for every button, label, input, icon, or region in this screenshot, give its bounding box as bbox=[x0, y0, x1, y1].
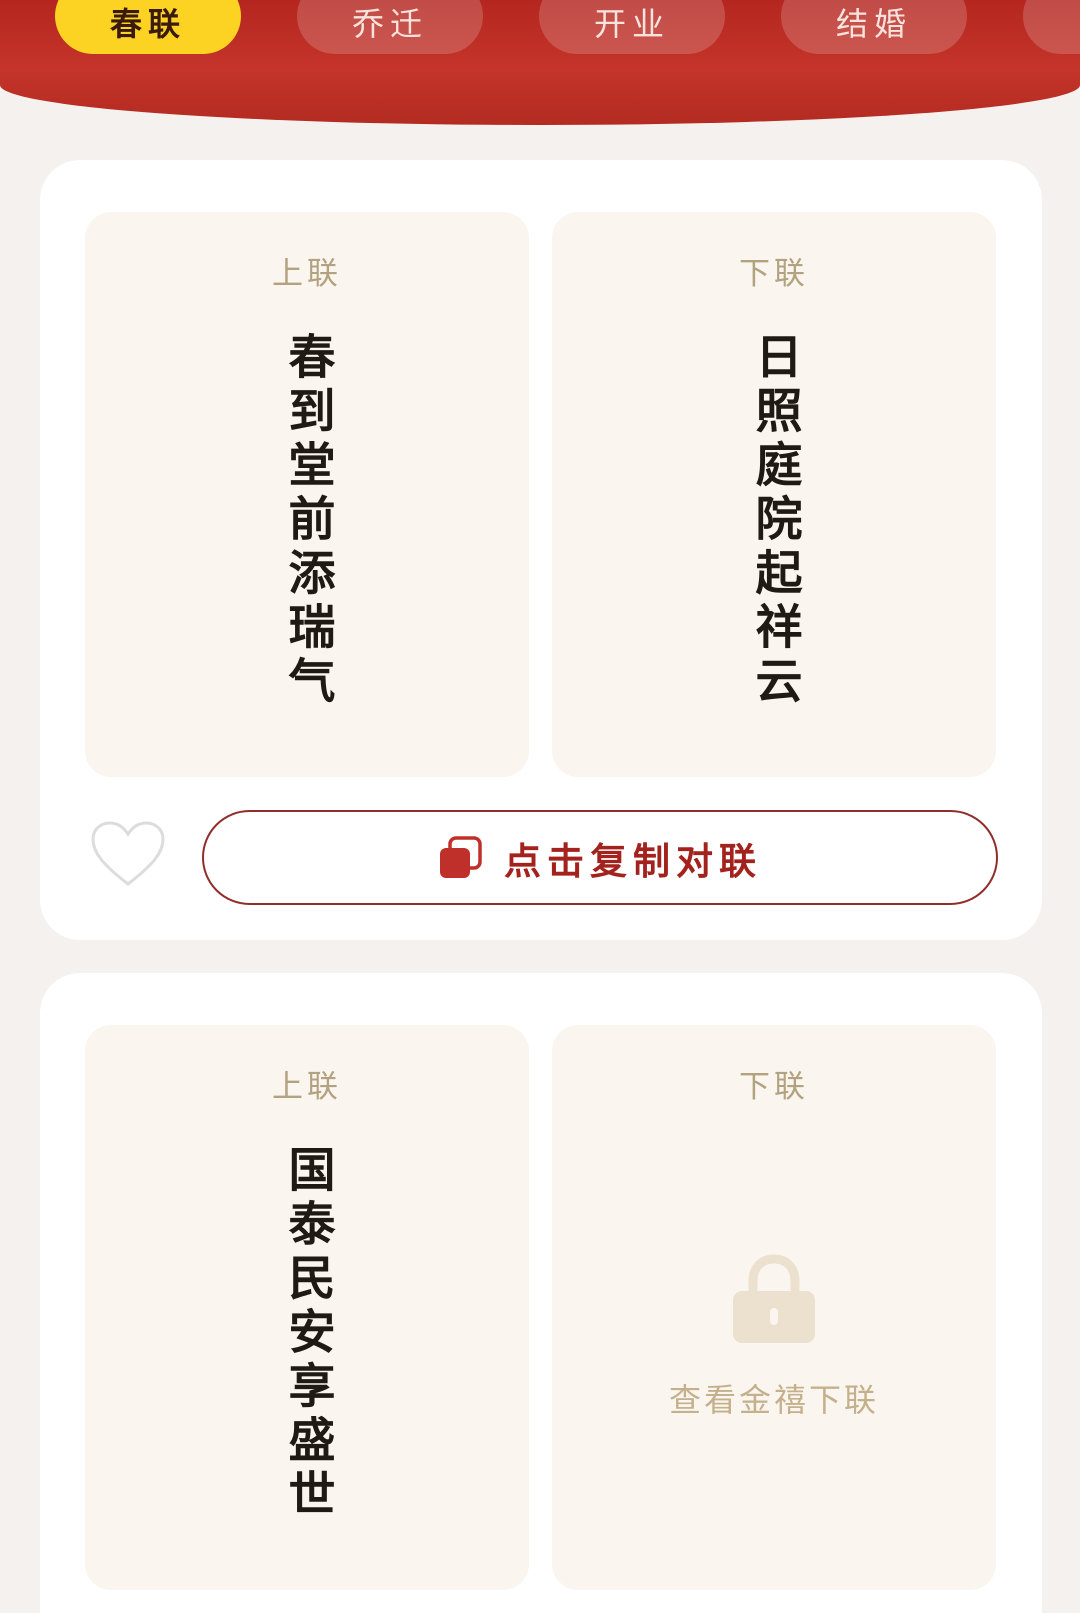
tab-kaiye[interactable]: 开业 bbox=[539, 0, 725, 54]
lower-couplet-label: 下联 bbox=[739, 256, 809, 292]
upper-couplet-panel: 上联 国泰民安享盛世 bbox=[85, 1025, 529, 1590]
copy-button-label: 点击复制对联 bbox=[504, 839, 762, 883]
upper-couplet-text: 国泰民安享盛世 bbox=[279, 1145, 335, 1523]
category-header: 春联 乔迁 开业 结婚 bbox=[0, 0, 1080, 125]
upper-couplet-text: 春到堂前添瑞气 bbox=[279, 332, 335, 710]
tab-chunlian[interactable]: 春联 bbox=[55, 0, 241, 54]
tab-qiaoqian[interactable]: 乔迁 bbox=[297, 0, 483, 54]
tab-more-partial[interactable] bbox=[1023, 0, 1080, 54]
couplet-card: 上联 春到堂前添瑞气 下联 日照庭院起祥云 点击复制对联 bbox=[40, 160, 1042, 940]
tab-label: 乔迁 bbox=[351, 5, 428, 43]
locked-lower-couplet-panel[interactable]: 下联 查看金禧下联 bbox=[552, 1025, 996, 1590]
lower-couplet-text: 日照庭院起祥云 bbox=[746, 332, 802, 710]
copy-couplet-button[interactable]: 点击复制对联 bbox=[202, 810, 998, 905]
tab-label: 春联 bbox=[109, 5, 186, 43]
heart-icon[interactable] bbox=[90, 820, 166, 890]
upper-couplet-label: 上联 bbox=[272, 256, 342, 292]
lower-couplet-panel: 下联 日照庭院起祥云 bbox=[552, 212, 996, 777]
page: 春联 乔迁 开业 结婚 上联 春到堂前添瑞气 下联 日照庭院起祥云 点击复制对联… bbox=[0, 0, 1080, 1613]
tab-jiehun[interactable]: 结婚 bbox=[781, 0, 967, 54]
couplet-card: 上联 国泰民安享盛世 下联 查看金禧下联 bbox=[40, 973, 1042, 1613]
copy-icon bbox=[438, 835, 482, 880]
unlock-lower-couplet-link[interactable]: 查看金禧下联 bbox=[552, 1375, 996, 1421]
lock-icon bbox=[728, 1253, 820, 1349]
upper-couplet-label: 上联 bbox=[272, 1069, 342, 1105]
upper-couplet-panel: 上联 春到堂前添瑞气 bbox=[85, 212, 529, 777]
tab-label: 结婚 bbox=[835, 5, 912, 43]
tab-label: 开业 bbox=[593, 5, 670, 43]
lower-couplet-label: 下联 bbox=[739, 1069, 809, 1105]
